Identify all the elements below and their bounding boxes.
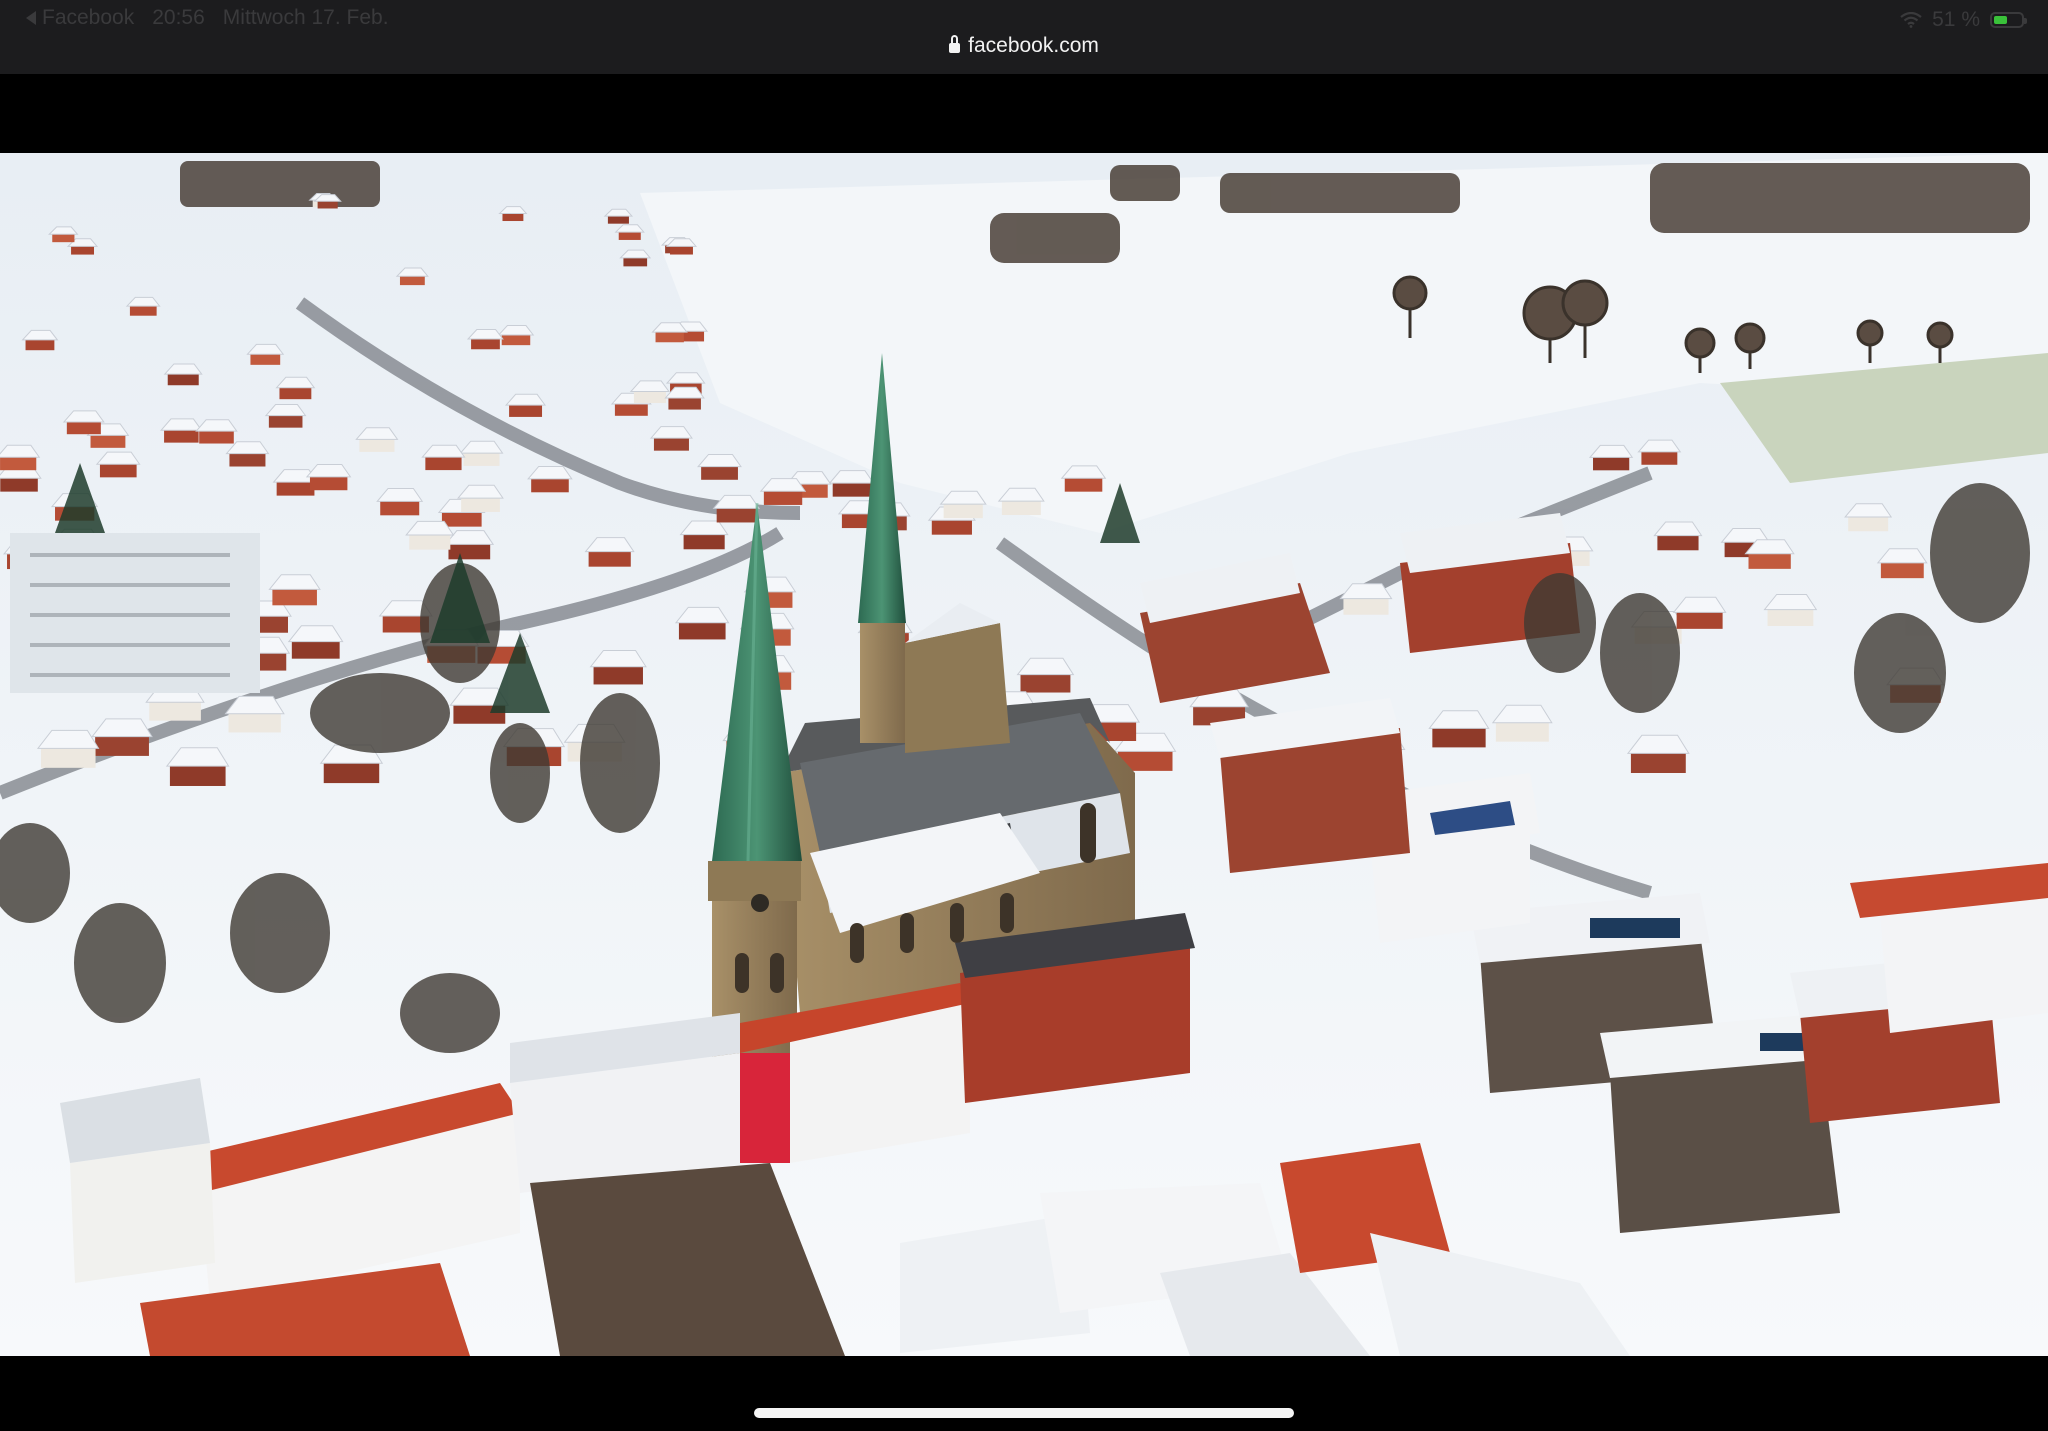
town-house-wall: [1343, 597, 1389, 615]
town-house-wall: [229, 452, 266, 467]
town-house-wall: [291, 640, 340, 659]
town-house-wall: [99, 463, 137, 478]
home-indicator[interactable]: [754, 1408, 1294, 1418]
town-house-wall: [655, 331, 684, 343]
town-house-wall: [670, 245, 693, 255]
status-left: Facebook 20:56 Mittwoch 17. Feb.: [26, 6, 389, 30]
back-arrow-icon: [26, 11, 36, 25]
town-house-wall: [471, 338, 500, 350]
town-house-wall: [832, 482, 871, 497]
battery-level-fill: [1994, 16, 2007, 24]
town-house-wall: [41, 746, 96, 768]
town-house-wall: [1880, 561, 1924, 579]
town-house-wall: [448, 543, 491, 560]
town-house-wall: [509, 404, 543, 417]
back-app-label: Facebook: [42, 6, 135, 29]
town-house-wall: [409, 533, 451, 550]
town-house-wall: [250, 353, 281, 365]
town-house-wall: [1657, 534, 1699, 551]
town-house-wall: [380, 500, 420, 516]
town-house-wall: [272, 588, 317, 606]
battery-percent: 51 %: [1932, 8, 1980, 31]
town-house-wall: [276, 481, 315, 496]
town-house-wall: [71, 245, 95, 255]
town-house-wall: [931, 519, 972, 535]
town-house-wall: [593, 665, 643, 685]
status-right: 51 %: [1900, 8, 2027, 32]
town-house-wall: [129, 305, 157, 316]
back-to-app-button[interactable]: Facebook: [26, 6, 134, 30]
town-house-wall: [399, 275, 425, 286]
town-house-wall: [1020, 673, 1071, 693]
town-house-wall: [279, 386, 312, 400]
town-house-wall: [268, 414, 303, 428]
town-house-wall: [167, 373, 199, 386]
town-house-wall: [1593, 456, 1630, 471]
town-house-wall: [228, 712, 281, 733]
town-house-wall: [199, 430, 234, 444]
town-house-wall: [463, 452, 500, 466]
url-text: facebook.com: [968, 34, 1099, 57]
url-bar[interactable]: facebook.com: [0, 34, 2048, 58]
town-house-wall: [763, 490, 803, 505]
town-house-wall: [1748, 552, 1791, 569]
town-house-wall: [0, 477, 38, 492]
photo-viewer[interactable]: [0, 153, 2048, 1356]
town-house-wall: [633, 390, 666, 403]
town-house-wall: [701, 465, 738, 480]
town-house-wall: [653, 437, 689, 451]
town-house-wall: [164, 429, 199, 443]
town-house-wall: [441, 511, 482, 527]
town-house-wall: [716, 507, 757, 523]
status-bar: Facebook 20:56 Mittwoch 17. Feb. 51 % fa…: [0, 0, 2048, 74]
town-house-wall: [1630, 751, 1686, 773]
town-house-wall: [607, 215, 629, 224]
town-house-wall: [683, 533, 725, 550]
town-house-wall: [1848, 515, 1889, 532]
town-house-wall: [95, 735, 149, 756]
town-house-wall: [323, 761, 380, 784]
wifi-icon: [1900, 12, 1922, 28]
town-house-wall: [169, 764, 226, 786]
town-house-wall: [149, 700, 201, 721]
town-house-wall: [501, 334, 531, 346]
town-house-wall: [52, 233, 75, 243]
town-house-wall: [25, 339, 55, 351]
town-house-wall: [668, 397, 701, 410]
town-house-wall: [1641, 450, 1678, 465]
town-house-wall: [1001, 500, 1041, 516]
town-house-wall: [588, 550, 631, 567]
town-house-wall: [623, 257, 648, 267]
town-house-wall: [1432, 726, 1486, 748]
town-house-wall: [425, 456, 462, 471]
lock-icon: [949, 34, 961, 54]
town-house-wall: [1064, 477, 1103, 492]
town-house-wall: [502, 212, 524, 222]
town-house-wall: [309, 475, 348, 491]
status-time: 20:56: [152, 6, 205, 29]
town-house-wall: [90, 434, 126, 448]
town-house-wall: [317, 200, 338, 209]
town-house-wall: [66, 421, 101, 435]
town-house-wall: [943, 503, 983, 519]
town-house-wall: [614, 403, 648, 416]
town-house-wall: [1495, 721, 1549, 742]
aerial-photo: [0, 153, 2048, 1356]
town-house-wall: [1676, 611, 1723, 629]
town-house-wall: [359, 438, 395, 452]
town-house-wall: [618, 231, 641, 240]
town-house-wall: [678, 621, 726, 640]
status-date: Mittwoch 17. Feb.: [222, 6, 389, 29]
town-house-wall: [0, 456, 37, 471]
battery-icon: [1990, 12, 2027, 28]
town-house-wall: [531, 477, 569, 493]
town-house-wall: [461, 497, 500, 512]
town-house-wall: [1767, 608, 1814, 626]
